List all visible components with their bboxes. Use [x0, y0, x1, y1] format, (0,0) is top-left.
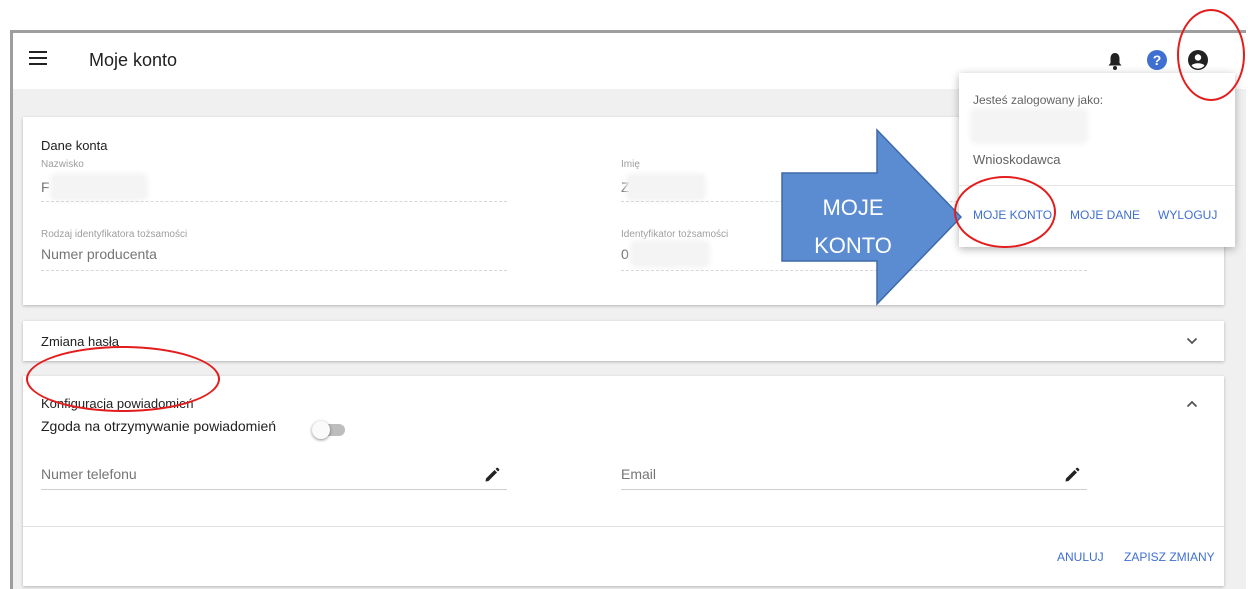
app-window: Moje konto ? Dane konta Nazwisko F Imię …	[10, 30, 1246, 589]
account-circle-icon[interactable]	[1186, 48, 1210, 72]
field-underline	[621, 489, 1087, 490]
phone-field[interactable]: Numer telefonu	[41, 466, 137, 482]
first-name-label: Imię	[621, 159, 640, 170]
chevron-down-icon[interactable]	[1186, 337, 1198, 345]
cancel-button[interactable]: ANULUJ	[1057, 550, 1104, 564]
panel-title: Zmiana hasła	[41, 334, 120, 349]
notifications-panel: Konfiguracja powiadomień Zgoda na otrzym…	[23, 376, 1224, 586]
email-field[interactable]: Email	[621, 466, 656, 482]
field-underline	[41, 270, 507, 271]
redaction-username	[973, 111, 1085, 141]
id-value: 0	[621, 246, 629, 262]
user-role: Wnioskodawca	[973, 152, 1061, 167]
id-type-value: Numer producenta	[41, 246, 157, 262]
callout-line: KONTO	[814, 233, 892, 258]
id-label: Identyfikator tożsamości	[621, 229, 729, 240]
page-title: Moje konto	[89, 50, 178, 70]
callout-text: MOJE KONTO	[790, 189, 916, 265]
surname-label: Nazwisko	[41, 159, 84, 170]
surname-value: F	[41, 179, 50, 195]
logout-button[interactable]: WYLOGUJ	[1158, 208, 1217, 222]
my-account-button[interactable]: MOJE KONTO	[973, 208, 1052, 222]
id-type-label: Rodzaj identyfikatora tożsamości	[41, 229, 188, 240]
redaction-first-name	[629, 176, 703, 198]
actions-divider	[23, 526, 1224, 527]
my-data-button[interactable]: MOJE DANE	[1070, 208, 1140, 222]
chevron-up-icon[interactable]	[1186, 400, 1198, 408]
field-underline	[41, 201, 507, 202]
field-underline	[41, 489, 507, 490]
section-title: Dane konta	[41, 138, 108, 153]
toggle-knob	[312, 421, 330, 439]
callout-line: MOJE	[822, 195, 884, 220]
panel-title: Konfiguracja powiadomień	[41, 396, 194, 411]
password-change-panel[interactable]: Zmiana hasła	[23, 321, 1224, 361]
consent-toggle[interactable]	[312, 421, 347, 439]
user-menu-dropdown: Jesteś zalogowany jako: Wnioskodawca MOJ…	[959, 73, 1235, 247]
menu-icon[interactable]	[29, 51, 47, 65]
consent-label: Zgoda na otrzymywanie powiadomień	[41, 418, 277, 434]
redaction-surname	[53, 176, 145, 198]
save-changes-button[interactable]: ZAPISZ ZMIANY	[1124, 550, 1215, 564]
help-icon[interactable]: ?	[1147, 50, 1167, 70]
edit-pencil-icon[interactable]	[484, 467, 500, 483]
redaction-id	[633, 243, 707, 265]
menu-divider	[959, 185, 1235, 186]
edit-pencil-icon[interactable]	[1064, 467, 1080, 483]
logged-in-as-label: Jesteś zalogowany jako:	[973, 93, 1104, 107]
bell-icon[interactable]	[1107, 51, 1123, 71]
